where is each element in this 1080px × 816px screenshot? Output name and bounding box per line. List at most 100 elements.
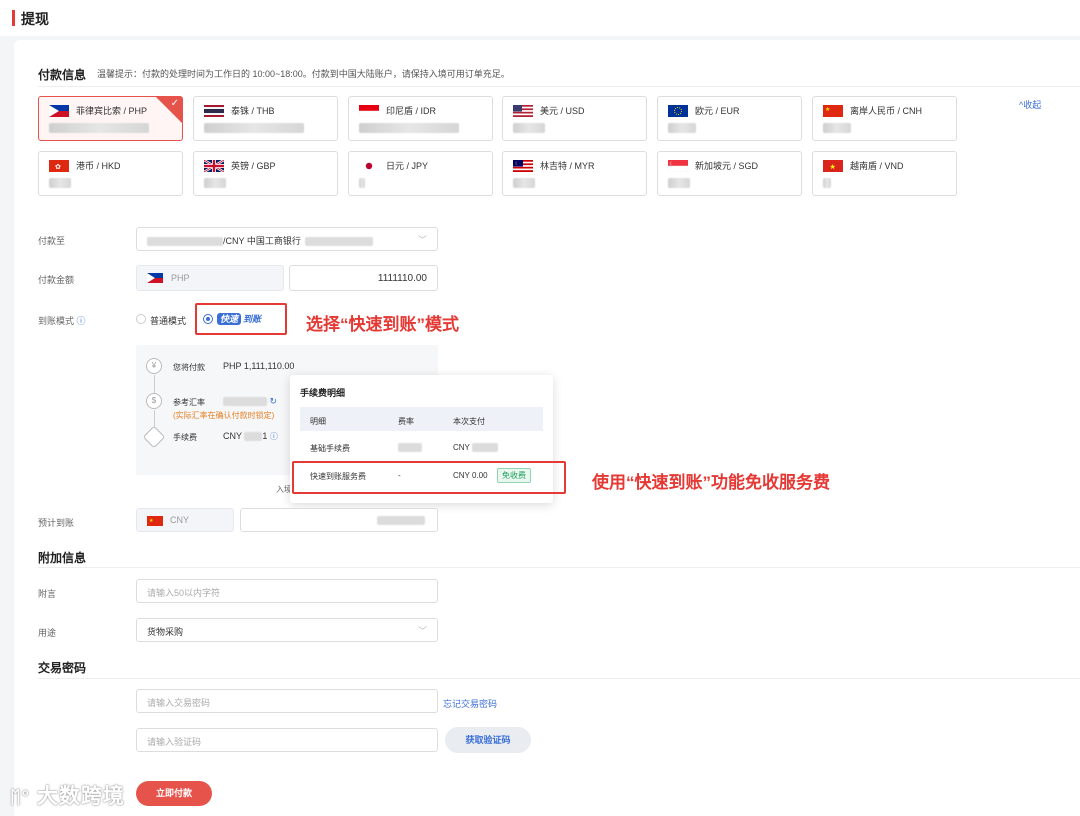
timeline xyxy=(154,410,155,428)
masked-balance xyxy=(513,178,535,188)
yen-icon: ¥ xyxy=(146,358,162,374)
verification-code-input[interactable]: 请输入验证码 xyxy=(136,728,438,752)
code-placeholder: 请输入验证码 xyxy=(147,737,202,747)
page-title: 提现 xyxy=(21,11,49,27)
currency-name: 新加坡元 / SGD xyxy=(695,161,759,171)
row-rate xyxy=(398,443,422,453)
currency-card[interactable]: 欧元 / EUR xyxy=(657,96,802,141)
payment-info-title: 付款信息 xyxy=(38,68,87,82)
info-icon[interactable]: ⓘ xyxy=(77,316,86,326)
title-accent-bar xyxy=(12,10,15,26)
extra-info-title: 附加信息 xyxy=(38,551,87,565)
masked-balance xyxy=(823,178,831,188)
forgot-password-link[interactable]: 忘记交易密码 xyxy=(443,697,497,710)
note-label: 附言 xyxy=(38,589,57,599)
pay-to-label: 付款至 xyxy=(38,236,66,246)
watermark: ᛖ° 大数跨境 xyxy=(10,780,125,810)
rate-value: ↻ xyxy=(223,396,277,407)
popup-title: 手续费明细 xyxy=(300,388,346,398)
info-icon[interactable]: ⓘ xyxy=(270,432,278,441)
masked-fee xyxy=(244,432,263,442)
currency-card[interactable]: ★ 离岸人民币 / CNH xyxy=(812,96,957,141)
currency-name: 港币 / HKD xyxy=(76,161,121,171)
highlight-box-fast-mode xyxy=(195,303,287,335)
masked-account xyxy=(147,237,223,247)
radio-normal[interactable] xyxy=(136,314,146,324)
highlight-box-free-fee xyxy=(292,461,566,494)
currency-card[interactable]: 菲律宾比索 / PHP ✓ xyxy=(38,96,183,141)
purpose-value: 货物采购 xyxy=(147,627,184,637)
my-flag-icon: ☾ xyxy=(513,160,533,172)
fee-suffix: 1 xyxy=(262,431,268,441)
currency-name: 日元 / JPY xyxy=(386,161,429,171)
password-placeholder: 请输入交易密码 xyxy=(147,698,211,708)
currency-card[interactable]: ☾ 林吉特 / MYR xyxy=(502,151,647,196)
collapse-link[interactable]: ^收起 xyxy=(1019,98,1041,111)
purpose-select[interactable]: 货物采购 ﹀ xyxy=(136,618,438,642)
password-input[interactable]: 请输入交易密码 xyxy=(136,689,438,713)
id-flag-icon xyxy=(359,105,379,117)
currency-card[interactable]: 美元 / USD xyxy=(502,96,647,141)
chevron-down-icon: ﹀ xyxy=(417,235,427,245)
watermark-logo-icon: ᛖ° xyxy=(10,787,30,807)
password-title: 交易密码 xyxy=(38,661,87,675)
expected-currency: ★ CNY xyxy=(136,508,234,532)
currency-name: 印尼盾 / IDR xyxy=(386,106,437,116)
note-placeholder: 请输入50以内字符 xyxy=(147,588,221,598)
amount-input[interactable]: 1111110.00 xyxy=(289,265,438,291)
fee-value: CNY 1 ⓘ xyxy=(223,431,278,442)
currency-card[interactable]: ☾ 新加坡元 / SGD xyxy=(657,151,802,196)
currency-card[interactable]: 日元 / JPY xyxy=(348,151,493,196)
cn-flag-icon: ★ xyxy=(823,105,843,117)
pay-to-select[interactable]: /CNY 中国工商银行 ﹀ xyxy=(136,227,438,251)
amount-currency-code: PHP xyxy=(171,273,190,283)
svg-text:✿: ✿ xyxy=(55,164,61,171)
chevron-down-icon: ﹀ xyxy=(417,626,427,636)
masked-amount xyxy=(471,443,498,453)
col-header: 本次支付 xyxy=(453,417,485,426)
page-header: 提现 xyxy=(0,0,1080,36)
note-input[interactable]: 请输入50以内字符 xyxy=(136,579,438,603)
expected-currency-code: CNY xyxy=(170,515,190,525)
masked-balance xyxy=(668,178,690,188)
check-icon: ✓ xyxy=(170,98,179,109)
currency-card[interactable]: 英镑 / GBP xyxy=(193,151,338,196)
masked-rate xyxy=(398,443,422,453)
currency-card[interactable]: 泰铢 / THB xyxy=(193,96,338,141)
watermark-text: 大数跨境 xyxy=(36,785,125,808)
divider xyxy=(38,86,1080,87)
masked-balance xyxy=(359,178,365,188)
refresh-icon[interactable]: ↻ xyxy=(270,396,278,406)
submit-payment-button[interactable]: 立即付款 xyxy=(136,781,212,806)
row-item: 基础手续费 xyxy=(310,444,350,453)
masked-balance xyxy=(359,123,459,133)
vn-flag-icon: ★ xyxy=(823,160,843,172)
svg-text:★: ★ xyxy=(830,163,836,171)
currency-name: 英镑 / GBP xyxy=(231,161,276,171)
amount-currency: PHP xyxy=(136,265,284,291)
masked-rate xyxy=(223,397,267,407)
get-code-button[interactable]: 获取验证码 xyxy=(445,727,531,753)
masked-balance xyxy=(668,123,696,133)
svg-text:★: ★ xyxy=(149,518,154,524)
currency-card[interactable]: ✿ 港币 / HKD xyxy=(38,151,183,196)
svg-text:☾: ☾ xyxy=(670,161,674,166)
divider xyxy=(38,567,1080,568)
cn-flag-icon: ★ xyxy=(147,516,163,526)
ph-flag-icon xyxy=(147,273,163,283)
svg-text:★: ★ xyxy=(825,106,830,113)
masked-amount xyxy=(377,516,425,525)
currency-card[interactable]: 印尼盾 / IDR xyxy=(348,96,493,141)
you-pay-label: 您将付款 xyxy=(173,363,205,372)
expected-label: 预计到账 xyxy=(38,518,75,528)
svg-text:☾: ☾ xyxy=(515,161,519,166)
mode-label-text: 到账模式 xyxy=(38,316,75,326)
row-pay-text: CNY xyxy=(453,443,470,452)
currency-name: 美元 / USD xyxy=(540,106,585,116)
expected-amount xyxy=(240,508,438,532)
dollar-icon: $ xyxy=(146,393,162,409)
currency-name: 菲律宾比索 / PHP xyxy=(76,106,148,116)
hk-flag-icon: ✿ xyxy=(49,160,69,172)
sg-flag-icon: ☾ xyxy=(668,160,688,172)
currency-card[interactable]: ★ 越南盾 / VND xyxy=(812,151,957,196)
